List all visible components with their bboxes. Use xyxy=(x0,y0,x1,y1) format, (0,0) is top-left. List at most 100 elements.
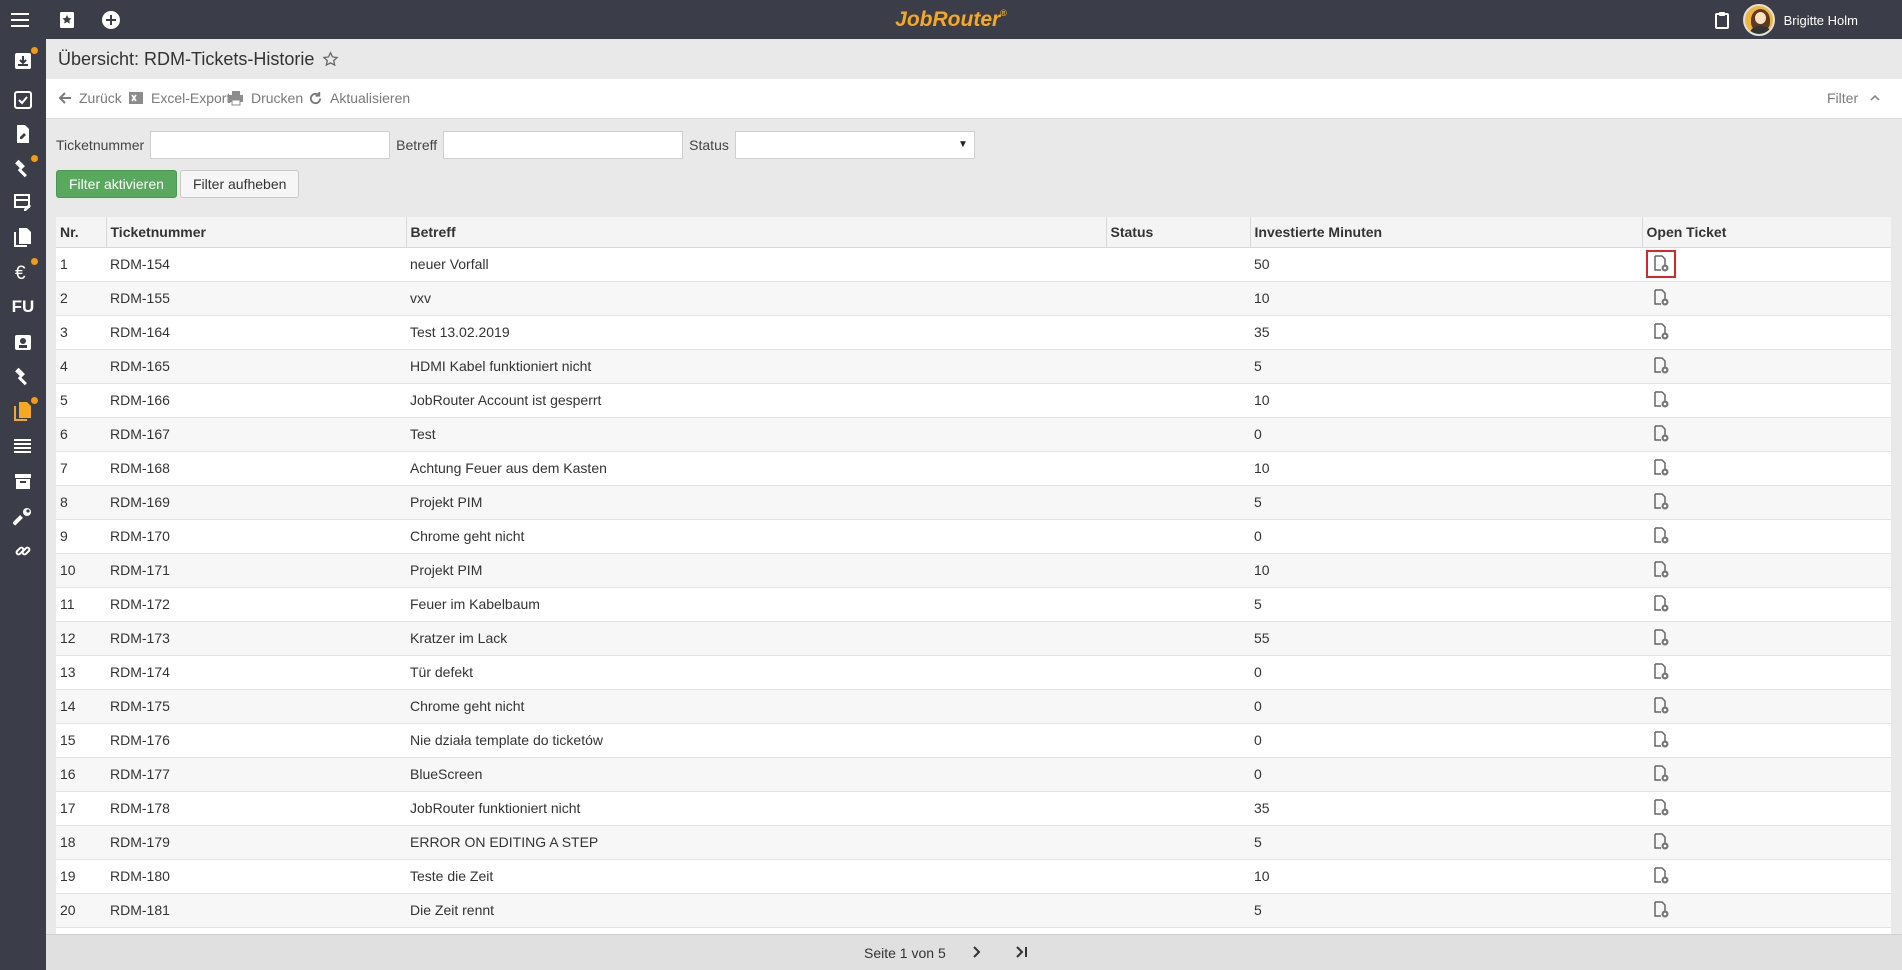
table-row[interactable]: 12 RDM-173 Kratzer im Lack 55 xyxy=(56,621,1891,656)
column-header[interactable]: Betreff xyxy=(405,217,1106,248)
status xyxy=(1106,587,1250,622)
subject-input[interactable] xyxy=(443,131,684,159)
table-row[interactable]: 15 RDM-176 Nie działa template do ticketów… xyxy=(56,723,1891,758)
open-document-icon xyxy=(1654,357,1669,374)
open-ticket-button[interactable] xyxy=(1646,794,1676,822)
ticket-number: RDM-177 xyxy=(106,757,406,792)
clipboard-files-icon xyxy=(14,402,31,421)
table-row[interactable]: 19 RDM-180 Teste die Zeit 10 xyxy=(56,859,1891,894)
open-ticket-button[interactable] xyxy=(1646,522,1676,550)
table-row[interactable]: 8 RDM-169 Projekt PIM 5 xyxy=(56,485,1891,520)
ticket-input[interactable] xyxy=(150,131,391,159)
user-menu[interactable]: Brigitte Holm xyxy=(1742,3,1858,37)
row-number: 18 xyxy=(56,825,106,860)
column-header[interactable]: Investierte Minuten xyxy=(1249,217,1642,248)
table-row[interactable]: 9 RDM-170 Chrome geht nicht 0 xyxy=(56,519,1891,554)
open-ticket-button[interactable] xyxy=(1646,454,1676,482)
sidebar-item-settings[interactable] xyxy=(8,501,38,531)
row-number: 1 xyxy=(56,247,106,282)
contact-card-icon xyxy=(15,335,31,350)
row-number: 15 xyxy=(56,723,106,758)
sidebar-item-lists[interactable] xyxy=(8,431,38,461)
open-ticket-button[interactable] xyxy=(1646,318,1676,346)
open-ticket-button[interactable] xyxy=(1646,624,1676,652)
open-ticket-button[interactable] xyxy=(1646,760,1676,788)
invested-minutes: 5 xyxy=(1250,485,1642,520)
subject: Teste die Zeit xyxy=(406,859,1106,894)
filter-toggle[interactable]: Filter xyxy=(1827,90,1880,106)
next-page-icon[interactable] xyxy=(970,944,984,960)
clipboard-icon[interactable] xyxy=(1709,7,1735,33)
sidebar-item-links[interactable] xyxy=(8,536,38,566)
apply-filter-button[interactable]: Filter aktivieren xyxy=(56,170,177,198)
row-number: 12 xyxy=(56,621,106,656)
table-row[interactable]: 7 RDM-168 Achtung Feuer aus dem Kasten 10 xyxy=(56,451,1891,486)
open-ticket-button[interactable] xyxy=(1646,828,1676,856)
open-ticket-button[interactable] xyxy=(1646,556,1676,584)
table-row[interactable]: 20 RDM-181 Die Zeit rennt 5 xyxy=(56,893,1891,928)
sidebar-item-tables[interactable] xyxy=(8,187,38,217)
table-row[interactable]: 3 RDM-164 Test 13.02.2019 35 xyxy=(56,315,1891,350)
sidebar-item-files[interactable] xyxy=(8,222,38,252)
table-row[interactable]: 2 RDM-155 vxv 10 xyxy=(56,281,1891,316)
open-ticket-button[interactable] xyxy=(1646,284,1676,312)
sidebar-item-overviews[interactable] xyxy=(8,396,38,426)
column-header[interactable]: Open Ticket xyxy=(1641,217,1891,248)
clear-filter-button[interactable]: Filter aufheben xyxy=(180,170,300,198)
excel-export-button[interactable]: Excel-Export xyxy=(128,90,230,106)
table-row[interactable]: 10 RDM-171 Projekt PIM 10 xyxy=(56,553,1891,588)
refresh-button[interactable]: Aktualisieren xyxy=(308,90,410,106)
sidebar-item-documents[interactable] xyxy=(8,119,38,149)
subject: Nie działa template do ticketów xyxy=(406,723,1106,758)
open-ticket-button[interactable] xyxy=(1646,488,1676,516)
table-row[interactable]: 11 RDM-172 Feuer im Kabelbaum 5 xyxy=(56,587,1891,622)
last-page-icon[interactable] xyxy=(1014,944,1030,960)
open-ticket-button[interactable] xyxy=(1646,590,1676,618)
table-row[interactable]: 16 RDM-177 BlueScreen 0 xyxy=(56,757,1891,792)
open-ticket-button[interactable] xyxy=(1646,692,1676,720)
open-document-icon xyxy=(1654,323,1669,340)
open-document-icon xyxy=(1654,833,1669,850)
table-row[interactable]: 18 RDM-179 ERROR ON EDITING A STEP 5 xyxy=(56,825,1891,860)
open-ticket-button[interactable] xyxy=(1646,658,1676,686)
sidebar-item-tasks[interactable] xyxy=(8,85,38,115)
open-ticket-button[interactable] xyxy=(1646,386,1676,414)
status-label: Status xyxy=(689,137,729,153)
table-row[interactable]: 14 RDM-175 Chrome geht nicht 0 xyxy=(56,689,1891,724)
print-button[interactable]: Drucken xyxy=(228,90,303,106)
open-ticket-button[interactable] xyxy=(1646,726,1676,754)
sidebar-item-tools[interactable] xyxy=(8,154,38,184)
star-icon[interactable] xyxy=(322,51,339,68)
subject: JobRouter Account ist gesperrt xyxy=(406,383,1106,418)
sidebar-item-tools-2[interactable] xyxy=(8,362,38,392)
table-row[interactable]: 5 RDM-166 JobRouter Account ist gesperrt 10 xyxy=(56,383,1891,418)
invested-minutes: 0 xyxy=(1250,417,1642,452)
open-ticket-button[interactable] xyxy=(1646,250,1676,278)
open-ticket-button[interactable] xyxy=(1646,352,1676,380)
sidebar-item-fu[interactable]: FU xyxy=(8,292,38,322)
open-document-icon xyxy=(1654,425,1669,442)
sidebar-item-finance[interactable]: € xyxy=(8,257,38,287)
table-row[interactable]: 4 RDM-165 HDMI Kabel funktioniert nicht 5 xyxy=(56,349,1891,384)
sidebar-item-archive[interactable] xyxy=(8,466,38,496)
row-number: 4 xyxy=(56,349,106,384)
status-select[interactable]: ▼ xyxy=(734,131,975,159)
open-ticket-button[interactable] xyxy=(1646,896,1676,924)
open-ticket-button[interactable] xyxy=(1646,420,1676,448)
status xyxy=(1106,553,1250,588)
sidebar-item-contacts[interactable] xyxy=(8,327,38,357)
column-header[interactable]: Status xyxy=(1105,217,1250,248)
status xyxy=(1106,689,1250,724)
table-row[interactable]: 17 RDM-178 JobRouter funktioniert nicht 35 xyxy=(56,791,1891,826)
column-header[interactable]: Nr. xyxy=(56,217,106,248)
column-header[interactable]: Ticketnummer xyxy=(105,217,406,248)
invested-minutes: 10 xyxy=(1250,451,1642,486)
ticket-number: RDM-173 xyxy=(106,621,406,656)
hammer-icon xyxy=(15,367,27,386)
back-button[interactable]: Zurück xyxy=(58,90,122,106)
sidebar-item-inbox[interactable] xyxy=(8,46,38,76)
table-row[interactable]: 13 RDM-174 Tür defekt 0 xyxy=(56,655,1891,690)
table-row[interactable]: 1 RDM-154 neuer Vorfall 50 xyxy=(56,247,1891,282)
table-row[interactable]: 6 RDM-167 Test 0 xyxy=(56,417,1891,452)
open-ticket-button[interactable] xyxy=(1646,862,1676,890)
